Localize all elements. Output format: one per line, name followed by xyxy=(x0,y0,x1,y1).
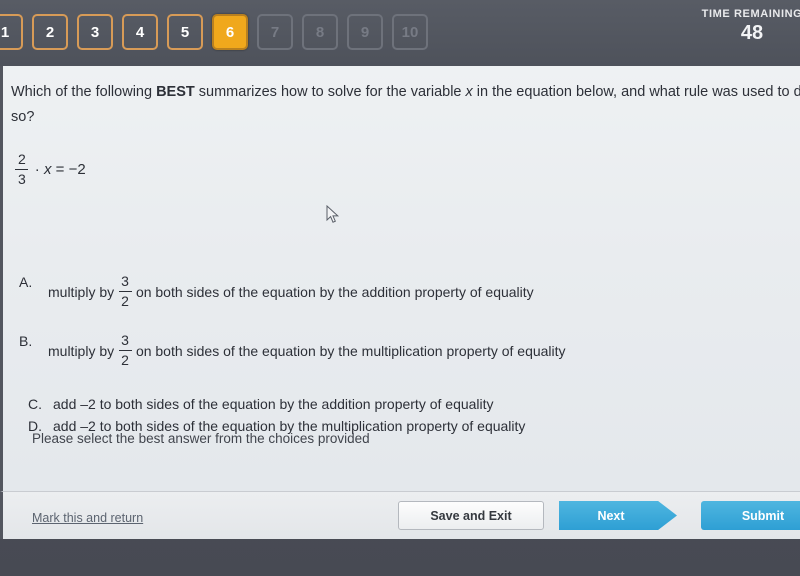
submit-button[interactable]: Submit xyxy=(701,501,800,530)
question-text-part1: Which of the following xyxy=(11,84,157,100)
quiz-screen: 1 2 3 4 5 6 7 8 9 10 TIME REMAINING 48 W… xyxy=(0,0,800,576)
next-button[interactable]: Next xyxy=(559,501,677,530)
selection-prompt: Please select the best answer from the c… xyxy=(32,431,370,446)
equation-display: 2 3 · x = −2 xyxy=(15,152,86,187)
choice-body-b: multiply by 3 2 on both sides of the equ… xyxy=(48,333,566,368)
equation-multiply-dot: · xyxy=(34,161,40,178)
choice-a-denominator: 2 xyxy=(121,293,129,309)
choice-body-a: multiply by 3 2 on both sides of the equ… xyxy=(48,274,534,309)
question-button-label: 4 xyxy=(135,23,145,41)
question-button-label: 2 xyxy=(45,23,55,41)
question-button-8[interactable]: 8 xyxy=(302,14,338,50)
question-button-label: 1 xyxy=(0,23,10,41)
choice-letter-b: B. xyxy=(19,333,33,349)
top-bar: 1 2 3 4 5 6 7 8 9 10 TIME REMAINING 48 xyxy=(0,0,800,66)
save-and-exit-label: Save and Exit xyxy=(430,508,512,523)
question-nav: 1 2 3 4 5 6 7 8 9 10 xyxy=(0,14,428,50)
equation-denominator: 3 xyxy=(18,171,26,187)
choice-a-suffix: on both sides of the equation by the add… xyxy=(135,283,534,300)
question-button-6-active[interactable]: 6 xyxy=(212,14,248,50)
choice-b-denominator: 2 xyxy=(121,352,129,368)
time-remaining-display: TIME REMAINING 48 xyxy=(692,8,800,45)
question-button-label: 10 xyxy=(401,23,419,41)
clipped-content-below xyxy=(36,479,96,488)
question-button-9[interactable]: 9 xyxy=(347,14,383,50)
choice-b-suffix: on both sides of the equation by the mul… xyxy=(135,342,566,359)
fraction-bar xyxy=(15,169,29,170)
equation-variable: x xyxy=(43,161,52,178)
time-remaining-label: TIME REMAINING xyxy=(701,8,800,20)
save-and-exit-button[interactable]: Save and Exit xyxy=(398,501,544,530)
question-text-emphasis: BEST xyxy=(156,84,195,100)
question-button-4[interactable]: 4 xyxy=(122,14,158,50)
question-variable: x xyxy=(465,84,473,100)
choice-a-numerator: 3 xyxy=(121,273,129,289)
mark-this-and-return-link[interactable]: Mark this and return xyxy=(32,511,143,525)
choice-b-numerator: 3 xyxy=(121,332,129,348)
question-button-label: 5 xyxy=(180,23,190,41)
next-label: Next xyxy=(597,508,625,523)
choice-b-prefix: multiply by xyxy=(48,342,115,359)
question-button-label: 7 xyxy=(270,23,280,41)
time-remaining-value: 48 xyxy=(740,22,764,44)
choice-letter-c: C. xyxy=(28,396,42,412)
footer-bar: Mark this and return Save and Exit Next … xyxy=(0,491,800,539)
choice-a-prefix: multiply by xyxy=(48,283,115,300)
question-button-1[interactable]: 1 xyxy=(0,14,23,50)
fraction-bar xyxy=(118,291,132,292)
choice-b-fraction: 3 2 xyxy=(118,333,132,368)
question-button-2[interactable]: 2 xyxy=(32,14,68,50)
question-text-part2: summarizes how to solve for the variable xyxy=(194,84,466,100)
question-button-label: 3 xyxy=(90,23,100,41)
question-text: Which of the following BEST summarizes h… xyxy=(11,80,800,130)
question-card: Which of the following BEST summarizes h… xyxy=(0,66,800,491)
choice-a-fraction: 3 2 xyxy=(118,274,132,309)
submit-label: Submit xyxy=(741,508,785,523)
choice-letter-a: A. xyxy=(19,274,33,290)
choice-text-c: add –2 to both sides of the equation by … xyxy=(53,396,494,412)
question-button-label: 9 xyxy=(360,23,370,41)
fraction-bar xyxy=(118,350,132,351)
question-button-3[interactable]: 3 xyxy=(77,14,113,50)
question-button-label: 6 xyxy=(225,23,235,41)
question-button-7[interactable]: 7 xyxy=(257,14,293,50)
equation-fraction: 2 3 xyxy=(15,152,29,187)
question-button-5[interactable]: 5 xyxy=(167,14,203,50)
question-button-10[interactable]: 10 xyxy=(392,14,428,50)
equation-right-side: = −2 xyxy=(55,161,86,178)
question-button-label: 8 xyxy=(315,23,325,41)
equation-remainder: · x = −2 xyxy=(35,161,86,178)
equation-numerator: 2 xyxy=(18,151,26,167)
